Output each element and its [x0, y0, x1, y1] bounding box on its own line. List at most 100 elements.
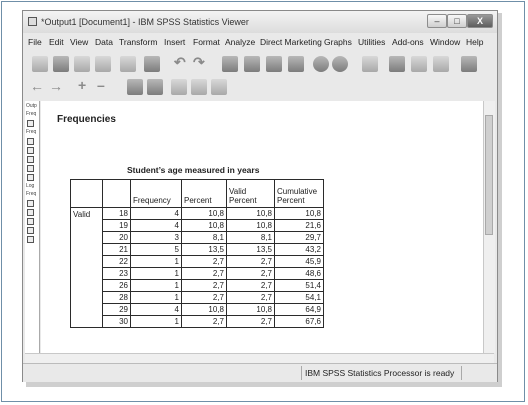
minimize-button[interactable]: –: [427, 14, 447, 28]
nav-node-log[interactable]: Log: [26, 183, 37, 189]
cell-frequency: 1: [130, 279, 182, 292]
row-group-spacer: [70, 231, 103, 244]
menu-view[interactable]: View: [70, 37, 88, 47]
header-percent: Percent: [181, 179, 227, 208]
menu-add-ons[interactable]: Add-ons: [392, 37, 424, 47]
row-age: 28: [102, 291, 131, 304]
table-icon[interactable]: [27, 156, 34, 163]
row-age: 22: [102, 255, 131, 268]
demote-icon[interactable]: →: [49, 78, 63, 94]
insert-page-break-icon[interactable]: [211, 79, 227, 95]
menu-insert[interactable]: Insert: [164, 37, 185, 47]
cell-cumulative-percent: 64,9: [274, 303, 324, 316]
recall-dialog-icon[interactable]: [144, 56, 160, 72]
row-age: 29: [102, 303, 131, 316]
expand-icon[interactable]: +: [78, 77, 86, 93]
chart-icon[interactable]: [313, 56, 329, 72]
table-icon[interactable]: [27, 236, 34, 243]
open-icon[interactable]: [32, 56, 48, 72]
menu-edit[interactable]: Edit: [49, 37, 64, 47]
header-corner: [102, 179, 131, 208]
cell-frequency: 4: [130, 219, 182, 232]
cell-cumulative-percent: 10,8: [274, 207, 324, 220]
export-icon[interactable]: [120, 56, 136, 72]
nav-node-frequencies[interactable]: Freq: [26, 111, 37, 117]
table-row: 22 1 2,7 2,7 45,9: [70, 255, 324, 268]
menu-direct-marketing[interactable]: Direct Marketing: [260, 37, 322, 47]
goto-variable-icon[interactable]: [266, 56, 282, 72]
show-icon[interactable]: [127, 79, 143, 95]
cell-frequency: 3: [130, 231, 182, 244]
redo-icon[interactable]: ↷: [193, 54, 205, 71]
row-group-spacer: [70, 315, 103, 328]
cell-percent: 13,5: [181, 243, 227, 256]
outline-navigator: Output Freq Freq Log Freq: [25, 101, 40, 353]
hide-icon[interactable]: [147, 79, 163, 95]
save-icon[interactable]: [53, 56, 69, 72]
menu-bar: File Edit View Data Transform Insert For…: [23, 34, 497, 49]
menu-file[interactable]: File: [28, 37, 42, 47]
header-valid-percent: Valid Percent: [226, 179, 275, 208]
value-labels-icon[interactable]: [389, 56, 405, 72]
row-group-spacer: [70, 219, 103, 232]
vertical-scrollbar[interactable]: [483, 101, 495, 353]
cell-cumulative-percent: 21,6: [274, 219, 324, 232]
menu-window[interactable]: Window: [430, 37, 460, 47]
cell-valid-percent: 10,8: [226, 219, 275, 232]
select-cases-icon[interactable]: [362, 56, 378, 72]
designate-window-icon[interactable]: [332, 56, 348, 72]
table-icon[interactable]: [27, 174, 34, 181]
table-icon[interactable]: [27, 165, 34, 172]
insert-output-icon[interactable]: [433, 56, 449, 72]
statistics-icon[interactable]: [27, 147, 34, 154]
cell-frequency: 1: [130, 291, 182, 304]
row-group-spacer: [70, 291, 103, 304]
menu-graphs[interactable]: Graphs: [324, 37, 352, 47]
cell-valid-percent: 13,5: [226, 243, 275, 256]
nav-node-output[interactable]: Output: [26, 103, 37, 109]
insert-title-icon[interactable]: [171, 79, 187, 95]
table-icon[interactable]: [27, 218, 34, 225]
collapse-icon[interactable]: –: [97, 77, 105, 93]
goto-case-icon[interactable]: [244, 56, 260, 72]
row-age: 18: [102, 207, 131, 220]
promote-icon[interactable]: ←: [30, 78, 44, 94]
table-row: 19 4 10,8 10,8 21,6: [70, 219, 324, 232]
menu-data[interactable]: Data: [95, 37, 113, 47]
row-group-label: Valid: [70, 207, 103, 220]
cell-cumulative-percent: 43,2: [274, 243, 324, 256]
insert-heading-icon[interactable]: [461, 56, 477, 72]
row-group-spacer: [70, 267, 103, 280]
title-bar[interactable]: *Output1 [Document1] - IBM SPSS Statisti…: [23, 11, 497, 33]
nav-node-frequencies-3[interactable]: Freq: [26, 191, 37, 197]
statistics-icon[interactable]: [27, 209, 34, 216]
menu-analyze[interactable]: Analyze: [225, 37, 255, 47]
cell-cumulative-percent: 51,4: [274, 279, 324, 292]
print-preview-icon[interactable]: [95, 56, 111, 72]
status-divider: [461, 366, 462, 380]
notes-icon[interactable]: [27, 200, 34, 207]
status-bar: IBM SPSS Statistics Processor is ready: [23, 363, 497, 382]
maximize-button[interactable]: □: [447, 14, 467, 28]
insert-text-icon[interactable]: [191, 79, 207, 95]
output-heading: Frequencies: [57, 114, 116, 125]
undo-icon[interactable]: ↶: [174, 54, 186, 71]
menu-help[interactable]: Help: [466, 37, 483, 47]
app-icon: [28, 17, 37, 26]
frequency-table[interactable]: Frequency Percent Valid Percent Cumulati…: [70, 179, 324, 328]
goto-data-icon[interactable]: [222, 56, 238, 72]
variables-icon[interactable]: [288, 56, 304, 72]
notes-icon[interactable]: [27, 138, 34, 145]
menu-format[interactable]: Format: [193, 37, 220, 47]
menu-transform[interactable]: Transform: [119, 37, 157, 47]
nav-node-frequencies-2[interactable]: Freq: [26, 129, 37, 135]
row-age: 20: [102, 231, 131, 244]
log-icon[interactable]: [27, 120, 34, 127]
menu-utilities[interactable]: Utilities: [358, 37, 385, 47]
table-icon[interactable]: [27, 227, 34, 234]
use-sets-icon[interactable]: [411, 56, 427, 72]
scrollbar-thumb[interactable]: [485, 115, 493, 235]
print-icon[interactable]: [74, 56, 90, 72]
close-button[interactable]: X: [467, 14, 493, 28]
cell-valid-percent: 8,1: [226, 231, 275, 244]
